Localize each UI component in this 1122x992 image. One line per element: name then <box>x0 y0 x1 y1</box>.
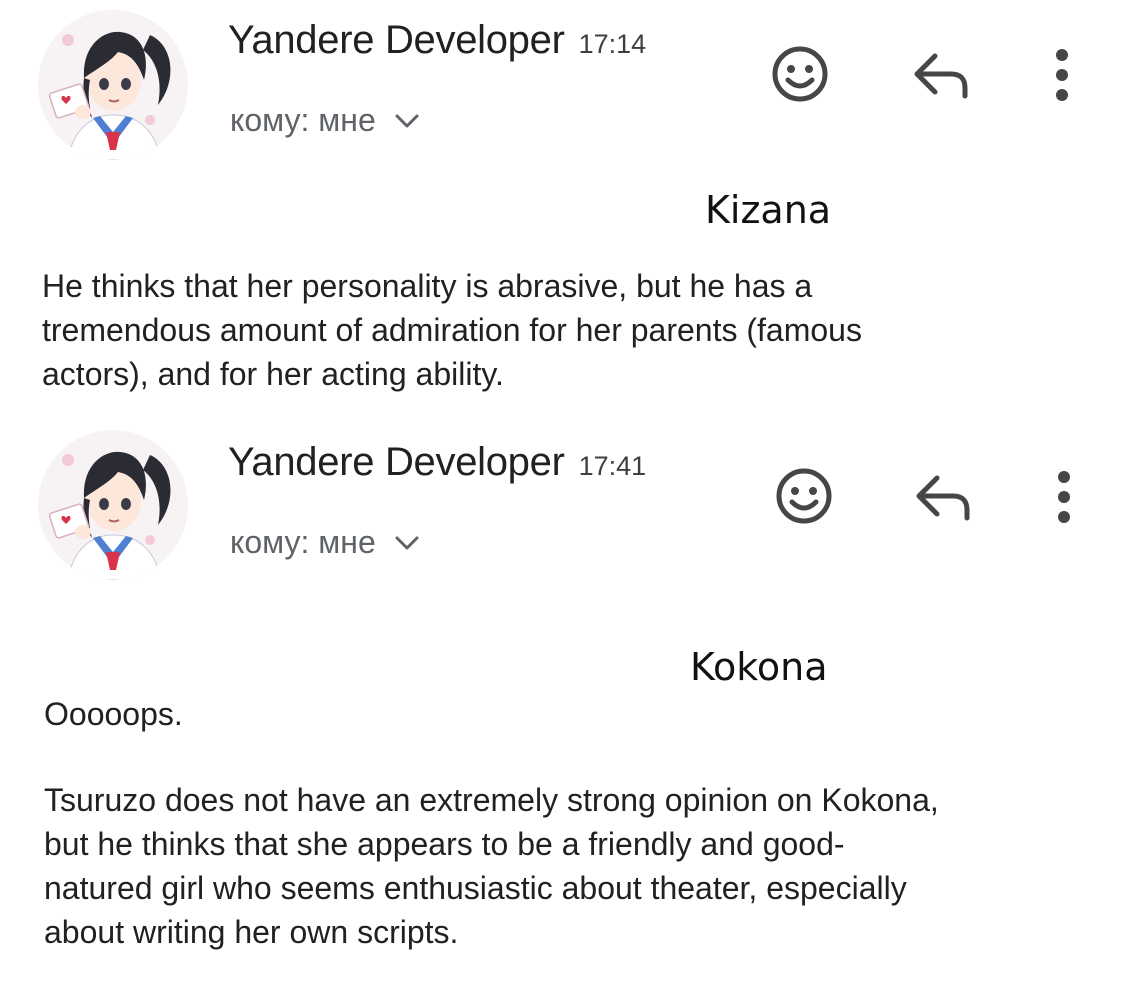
smiley-face-icon <box>776 468 832 524</box>
chevron-down-icon <box>394 534 420 552</box>
reply-button[interactable] <box>905 48 975 100</box>
add-reaction-button[interactable] <box>768 42 832 106</box>
avatar-image <box>38 430 188 580</box>
email-header-2: Yandere Developer 17:41 кому: мне <box>0 420 1122 590</box>
more-options-button[interactable] <box>1052 467 1076 527</box>
chevron-down-icon <box>394 112 420 130</box>
sender-name-text: Yandere Developer <box>228 440 565 484</box>
vertical-dots-icon <box>1058 471 1070 523</box>
email-body-intro: Ooooops. <box>44 696 183 732</box>
recipient-label: кому: мне <box>230 102 376 138</box>
recipient-label: кому: мне <box>230 524 376 560</box>
character-name-label: Kokona <box>690 645 828 689</box>
recipient-details-toggle[interactable]: кому: мне <box>230 102 420 139</box>
email-time: 17:41 <box>578 451 647 481</box>
email-header-1: Yandere Developer 17:14 кому: мне <box>0 0 1122 170</box>
avatar-image <box>38 10 188 160</box>
more-options-button[interactable] <box>1050 45 1074 105</box>
smiley-face-icon <box>772 46 828 102</box>
email-time: 17:14 <box>578 29 647 59</box>
email-body: Tsuruzo does not have an extremely stron… <box>44 782 939 950</box>
sender-name[interactable]: Yandere Developer 17:14 <box>228 18 646 63</box>
sender-name[interactable]: Yandere Developer 17:41 <box>228 440 646 485</box>
recipient-details-toggle[interactable]: кому: мне <box>230 524 420 561</box>
vertical-dots-icon <box>1056 49 1068 101</box>
sender-avatar[interactable] <box>38 430 188 580</box>
character-name-label: Kizana <box>705 188 832 232</box>
sender-name-text: Yandere Developer <box>228 18 565 62</box>
reply-arrow-icon <box>914 53 968 99</box>
reply-arrow-icon <box>916 475 970 521</box>
email-body: He thinks that her personality is abrasi… <box>42 268 862 392</box>
reply-button[interactable] <box>907 470 977 522</box>
add-reaction-button[interactable] <box>772 464 836 528</box>
sender-avatar[interactable] <box>38 10 188 160</box>
